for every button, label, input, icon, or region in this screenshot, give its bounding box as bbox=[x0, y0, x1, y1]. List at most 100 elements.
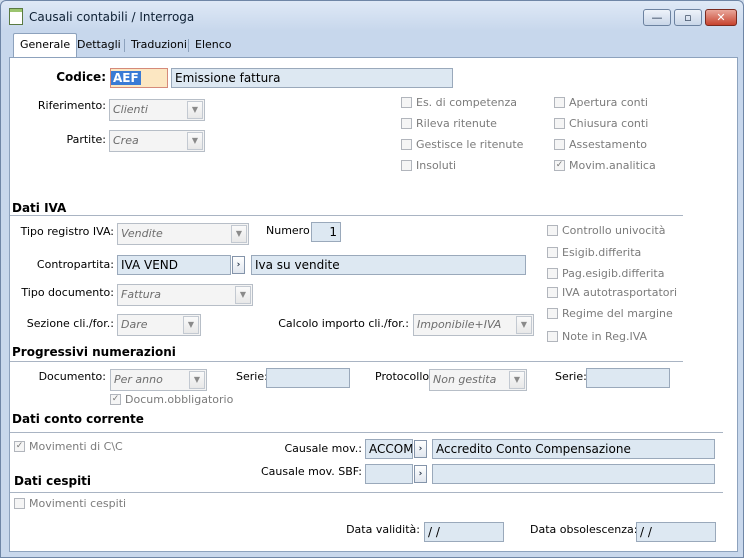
checkbox-label: Apertura conti bbox=[569, 96, 648, 109]
documento-value: Per anno bbox=[114, 373, 163, 386]
checkbox-label: Movimenti di C\C bbox=[29, 440, 123, 453]
data-obsolescenza-field[interactable]: / / bbox=[636, 522, 716, 542]
checkbox-label: Assestamento bbox=[569, 138, 648, 151]
checkbox-box[interactable] bbox=[554, 118, 565, 129]
checkbox-label: Rileva ritenute bbox=[416, 117, 497, 130]
checkbox-box[interactable] bbox=[547, 331, 558, 342]
checkbox-box[interactable] bbox=[547, 308, 558, 319]
sezione-label: Sezione cli./for.: bbox=[26, 317, 114, 330]
causale-sbf-desc-field[interactable] bbox=[432, 464, 715, 484]
chevron-down-icon[interactable]: ▼ bbox=[235, 286, 251, 304]
checkbox-box[interactable] bbox=[554, 139, 565, 150]
riferimento-value: Clienti bbox=[113, 103, 148, 116]
causale-mov-desc-field[interactable]: Accredito Conto Compensazione bbox=[432, 439, 715, 459]
calcolo-label: Calcolo importo cli./for.: bbox=[278, 317, 409, 330]
serie-field[interactable] bbox=[266, 368, 350, 388]
checkbox-label: Insoluti bbox=[416, 159, 457, 172]
title-bar[interactable]: Causali contabili / Interroga — ▫ ✕ bbox=[1, 1, 743, 31]
close-button[interactable]: ✕ bbox=[705, 9, 737, 26]
serie2-label: Serie: bbox=[555, 370, 587, 383]
contropartita-code-field[interactable]: IVA VEND bbox=[117, 255, 231, 275]
protocollo-select[interactable]: Non gestita ▼ bbox=[429, 369, 527, 391]
calcolo-value: Imponibile+IVA bbox=[417, 318, 502, 331]
causale-sbf-label: Causale mov. SBF: bbox=[261, 465, 362, 478]
checkbox-label: IVA autotrasportatori bbox=[562, 286, 678, 299]
chevron-down-icon[interactable]: ▼ bbox=[509, 371, 525, 389]
numero-field[interactable]: 1 bbox=[311, 222, 341, 242]
checkbox-label: Regime del margine bbox=[562, 307, 673, 320]
zoom-arrow-icon[interactable]: › bbox=[232, 256, 245, 274]
documento-select[interactable]: Per anno ▼ bbox=[110, 369, 207, 391]
section-title-cespiti: Dati cespiti bbox=[14, 474, 92, 488]
documento-label: Documento: bbox=[38, 370, 106, 383]
zoom-arrow-icon[interactable]: › bbox=[414, 440, 427, 458]
zoom-arrow-icon[interactable]: › bbox=[414, 465, 427, 483]
chevron-down-icon[interactable]: ▼ bbox=[183, 316, 199, 334]
chevron-down-icon[interactable]: ▼ bbox=[189, 371, 205, 389]
checkbox-box[interactable] bbox=[401, 139, 412, 150]
tab-elenco[interactable]: Elenco bbox=[189, 35, 238, 55]
checkbox-box[interactable] bbox=[401, 118, 412, 129]
sezione-value: Dare bbox=[121, 318, 148, 331]
riferimento-label: Riferimento: bbox=[37, 99, 106, 112]
chevron-down-icon[interactable]: ▼ bbox=[516, 316, 532, 334]
tab-traduzioni[interactable]: Traduzioni bbox=[125, 35, 193, 55]
tipo-documento-select[interactable]: Fattura ▼ bbox=[117, 284, 253, 306]
causale-mov-label: Causale mov.: bbox=[284, 442, 363, 455]
causale-sbf-code-field[interactable] bbox=[365, 464, 413, 484]
minimize-button[interactable]: — bbox=[643, 9, 671, 26]
tab-generale[interactable]: Generale bbox=[13, 33, 78, 58]
checkbox-label: Docum.obbligatorio bbox=[125, 393, 234, 406]
checkmark-icon[interactable]: ✓ bbox=[110, 394, 121, 405]
chevron-down-icon[interactable]: ▼ bbox=[187, 101, 203, 119]
data-validita-field[interactable]: / / bbox=[424, 522, 504, 542]
divider bbox=[10, 361, 683, 362]
checkbox-box[interactable] bbox=[547, 247, 558, 258]
tab-dettagli[interactable]: Dettagli bbox=[71, 35, 127, 55]
checkmark-icon[interactable]: ✓ bbox=[14, 441, 25, 452]
chevron-down-icon[interactable]: ▼ bbox=[187, 132, 203, 150]
checkbox-box[interactable] bbox=[547, 225, 558, 236]
window-title: Causali contabili / Interroga bbox=[29, 10, 195, 24]
tipo-documento-value: Fattura bbox=[121, 288, 161, 301]
partite-select[interactable]: Crea ▼ bbox=[109, 130, 205, 152]
document-icon bbox=[9, 8, 23, 25]
main-window: Causali contabili / Interroga — ▫ ✕ Gene… bbox=[0, 0, 744, 558]
checkbox-box[interactable] bbox=[14, 498, 25, 509]
checkbox-label: Note in Reg.IVA bbox=[562, 330, 648, 343]
calcolo-select[interactable]: Imponibile+IVA ▼ bbox=[413, 314, 534, 336]
section-title-progressivi: Progressivi numerazioni bbox=[12, 345, 176, 359]
codice-value: AEF bbox=[111, 71, 141, 85]
divider bbox=[10, 215, 683, 216]
checkbox-box[interactable] bbox=[401, 160, 412, 171]
restore-button[interactable]: ▫ bbox=[674, 9, 702, 26]
descrizione-field[interactable]: Emissione fattura bbox=[171, 68, 453, 88]
serie2-field[interactable] bbox=[586, 368, 670, 388]
section-title-iva: Dati IVA bbox=[12, 201, 67, 215]
codice-label: Codice: bbox=[56, 70, 106, 84]
checkbox-box[interactable] bbox=[547, 287, 558, 298]
data-obsolescenza-label: Data obsolescenza: bbox=[530, 523, 638, 536]
checkbox-label: Gestisce le ritenute bbox=[416, 138, 524, 151]
riferimento-select[interactable]: Clienti ▼ bbox=[109, 99, 205, 121]
checkbox-label: Movimenti cespiti bbox=[29, 497, 127, 510]
codice-field[interactable]: AEF bbox=[110, 68, 168, 88]
checkbox-label: Movim.analitica bbox=[569, 159, 656, 172]
divider bbox=[10, 432, 723, 433]
sezione-select[interactable]: Dare ▼ bbox=[117, 314, 201, 336]
generale-panel: Codice: AEF Emissione fattura Riferiment… bbox=[9, 57, 738, 552]
data-validita-label: Data validità: bbox=[346, 523, 420, 536]
checkbox-box[interactable] bbox=[547, 268, 558, 279]
checkmark-icon[interactable]: ✓ bbox=[554, 160, 565, 171]
checkbox-label: Chiusura conti bbox=[569, 117, 649, 130]
chevron-down-icon[interactable]: ▼ bbox=[231, 225, 247, 243]
contropartita-desc-field[interactable]: Iva su vendite bbox=[251, 255, 526, 275]
tipo-registro-select[interactable]: Vendite ▼ bbox=[117, 223, 249, 245]
partite-value: Crea bbox=[113, 134, 139, 147]
causale-mov-code-field[interactable]: ACCOM bbox=[365, 439, 413, 459]
checkbox-box[interactable] bbox=[401, 97, 412, 108]
protocollo-value: Non gestita bbox=[433, 373, 497, 386]
numero-label: Numero: bbox=[266, 224, 314, 237]
checkbox-box[interactable] bbox=[554, 97, 565, 108]
checkbox-label: Pag.esigib.differita bbox=[562, 267, 665, 280]
